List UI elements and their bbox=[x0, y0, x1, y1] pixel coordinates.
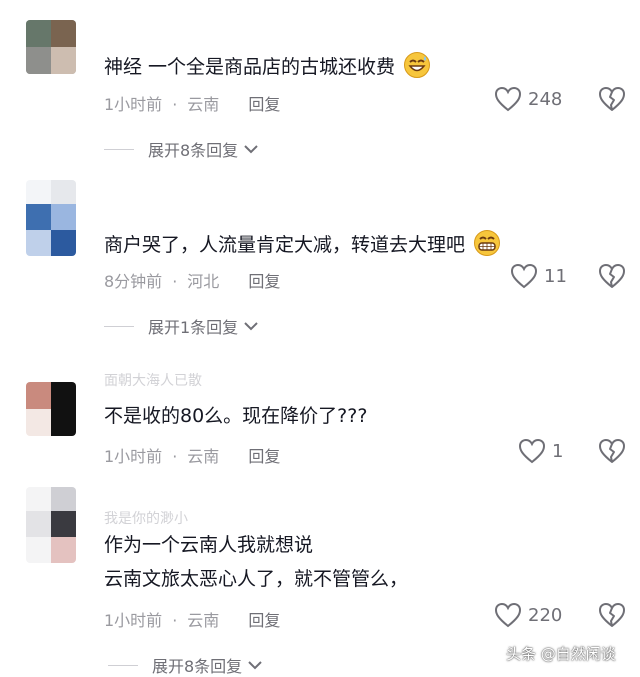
reply-button[interactable]: 回复 bbox=[248, 95, 280, 114]
avatar[interactable] bbox=[26, 487, 76, 563]
comment-text: 商户哭了，人流量肯定大减，转道去大理吧 bbox=[104, 229, 501, 257]
broken-heart-icon bbox=[599, 439, 625, 463]
heart-icon bbox=[510, 263, 538, 289]
grinning-sweat-emoji-icon bbox=[404, 52, 431, 78]
comment-time: 1小时前 bbox=[104, 447, 163, 466]
dislike-button[interactable] bbox=[598, 263, 626, 293]
grinning-teeth-emoji-icon bbox=[474, 230, 501, 256]
chevron-down-icon bbox=[244, 322, 258, 331]
divider bbox=[104, 148, 134, 150]
comment-location: 云南 bbox=[187, 447, 220, 466]
comment-meta: 1小时前 · 云南 回复 bbox=[104, 95, 281, 114]
comment-text: 神经 一个全是商品店的古城还收费 bbox=[104, 51, 431, 79]
comment-location: 云南 bbox=[187, 95, 220, 114]
heart-icon bbox=[518, 438, 546, 464]
like-count: 1 bbox=[552, 440, 564, 462]
comment-meta: 1小时前 · 云南 回复 bbox=[104, 611, 281, 630]
reply-button[interactable]: 回复 bbox=[248, 611, 280, 630]
comment-time: 8分钟前 bbox=[104, 272, 163, 291]
comment-time: 1小时前 bbox=[104, 95, 163, 114]
divider bbox=[108, 664, 138, 666]
like-count: 220 bbox=[528, 604, 563, 626]
comment-meta: 8分钟前 · 河北 回复 bbox=[104, 272, 281, 291]
heart-icon bbox=[494, 86, 522, 112]
comment-text: 作为一个云南人我就想说 bbox=[104, 534, 314, 556]
chevron-down-icon bbox=[244, 145, 258, 154]
like-button[interactable]: 1 bbox=[518, 438, 563, 464]
like-count: 11 bbox=[544, 265, 567, 287]
comment-time: 1小时前 bbox=[104, 611, 163, 630]
comment-text: 云南文旅太恶心人了，就不管管么， bbox=[104, 568, 409, 590]
broken-heart-icon bbox=[599, 264, 625, 288]
dislike-button[interactable] bbox=[598, 86, 626, 116]
heart-icon bbox=[494, 602, 522, 628]
expand-replies-button[interactable]: 展开8条回复 bbox=[104, 137, 260, 161]
avatar[interactable] bbox=[26, 382, 76, 436]
watermark: 头条 @自然闲谈 bbox=[506, 645, 616, 663]
chevron-down-icon bbox=[248, 661, 262, 670]
like-button[interactable]: 220 bbox=[494, 602, 562, 628]
divider bbox=[104, 325, 134, 327]
avatar[interactable] bbox=[26, 180, 76, 256]
comment-text: 不是收的80么。现在降价了??? bbox=[104, 405, 368, 427]
expand-replies-button[interactable]: 展开8条回复 bbox=[108, 653, 264, 677]
like-button[interactable]: 11 bbox=[510, 263, 567, 289]
dislike-button[interactable] bbox=[598, 438, 626, 468]
comment-meta: 1小时前 · 云南 回复 bbox=[104, 447, 281, 466]
comment-location: 河北 bbox=[187, 272, 220, 291]
like-button[interactable]: 248 bbox=[494, 86, 562, 112]
comment-location: 云南 bbox=[187, 611, 220, 630]
avatar[interactable] bbox=[26, 20, 76, 74]
like-count: 248 bbox=[528, 88, 563, 110]
broken-heart-icon bbox=[599, 603, 625, 627]
broken-heart-icon bbox=[599, 87, 625, 111]
commenter-name[interactable]: 我是你的渺小 bbox=[104, 508, 188, 528]
commenter-name[interactable]: 面朝大海人已散 bbox=[104, 370, 202, 390]
expand-replies-button[interactable]: 展开1条回复 bbox=[104, 314, 260, 338]
reply-button[interactable]: 回复 bbox=[248, 447, 280, 466]
dislike-button[interactable] bbox=[598, 602, 626, 632]
reply-button[interactable]: 回复 bbox=[248, 272, 280, 291]
